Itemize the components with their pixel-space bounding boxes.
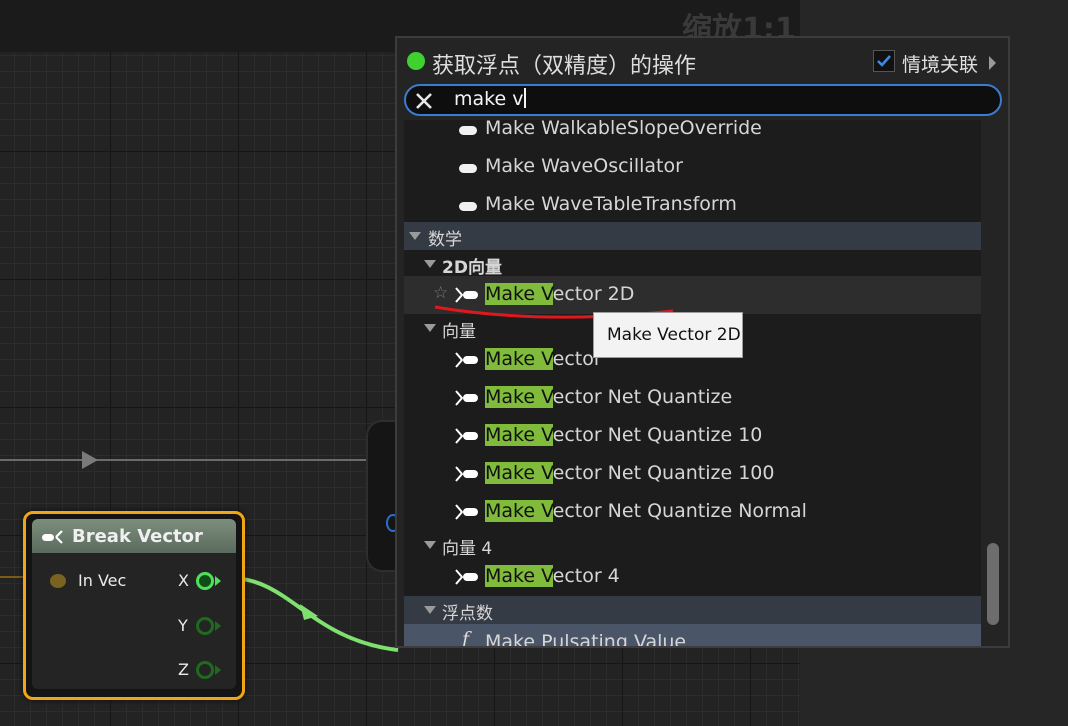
output-y-pin[interactable] <box>196 617 214 635</box>
subcategory-vector4[interactable]: 向量 4 <box>404 531 981 559</box>
menu-header: 获取浮点（双精度）的操作 情境关联 <box>397 38 1008 86</box>
collapse-arrow-icon[interactable] <box>424 606 436 614</box>
make-struct-icon <box>455 287 478 303</box>
make-struct-icon <box>455 390 478 406</box>
in-vec-pin[interactable] <box>50 574 66 588</box>
collapse-arrow-icon[interactable] <box>424 541 436 549</box>
category-math[interactable]: 数学 <box>404 222 981 250</box>
collapse-arrow-icon[interactable] <box>424 324 436 332</box>
vector-input-wire <box>0 576 24 578</box>
make-struct-icon <box>455 428 478 444</box>
list-item[interactable]: Make WalkableSlopeOverride <box>404 120 981 148</box>
list-item[interactable]: Make WaveTableTransform <box>404 186 981 224</box>
expand-arrow-icon[interactable] <box>989 56 996 70</box>
break-struct-icon <box>42 528 64 544</box>
output-x-arrow <box>215 576 221 586</box>
tooltip: Make Vector 2D <box>593 312 743 358</box>
make-struct-icon <box>455 466 478 482</box>
break-vector-node[interactable]: Break Vector In Vec X Y Z <box>23 511 245 700</box>
make-struct-icon <box>455 352 478 368</box>
in-vec-label: In Vec <box>78 571 127 590</box>
list-item-make-vector-net-quantize-normal[interactable]: Make Vector Net Quantize Normal <box>404 493 981 531</box>
output-z-pin[interactable] <box>196 661 214 679</box>
output-x-pin[interactable] <box>196 572 214 590</box>
node-title: Break Vector <box>72 525 203 547</box>
list-item-make-vector-net-quantize-10[interactable]: Make Vector Net Quantize 10 <box>404 417 981 455</box>
struct-icon <box>459 164 477 173</box>
list-item-make-vector-net-quantize-100[interactable]: Make Vector Net Quantize 100 <box>404 455 981 493</box>
struct-icon <box>459 202 477 211</box>
context-sensitive-label[interactable]: 情境关联 <box>902 50 978 77</box>
exec-wire <box>0 459 366 461</box>
check-icon <box>877 55 891 67</box>
search-value[interactable]: make v <box>454 88 527 110</box>
search-input[interactable]: make v <box>404 84 1002 116</box>
list-item-make-vector-net-quantize[interactable]: Make Vector Net Quantize <box>404 379 981 417</box>
output-z-arrow <box>215 665 221 675</box>
action-list[interactable]: Make WalkableSlopeOverride Make WaveOsci… <box>404 120 981 646</box>
category-float[interactable]: 浮点数 <box>404 596 981 624</box>
output-x-label: X <box>178 571 189 590</box>
list-item-make-pulsating-value[interactable]: f Make Pulsating Value <box>404 624 981 646</box>
node-header[interactable]: Break Vector <box>32 519 236 553</box>
collapse-arrow-icon[interactable] <box>409 232 421 240</box>
wire-arrow-icon <box>82 451 98 469</box>
status-dot-icon <box>407 52 425 70</box>
float-wire <box>230 576 399 652</box>
make-struct-icon <box>455 504 478 520</box>
list-item-make-vector-4[interactable]: Make Vector 4 <box>404 558 981 596</box>
make-struct-icon <box>455 569 478 585</box>
scrollbar-thumb[interactable] <box>987 543 999 625</box>
context-sensitive-checkbox[interactable] <box>873 50 895 72</box>
list-item[interactable]: Make WaveOscillator <box>404 148 981 186</box>
output-y-arrow <box>215 621 221 631</box>
struct-icon <box>459 126 477 135</box>
collapse-arrow-icon[interactable] <box>424 260 436 268</box>
output-y-label: Y <box>178 616 188 635</box>
subcategory-2d-vector[interactable]: 2D向量 <box>404 250 981 278</box>
favorite-star-icon[interactable]: ☆ <box>433 283 448 303</box>
output-z-label: Z <box>178 660 189 679</box>
menu-title: 获取浮点（双精度）的操作 <box>432 54 697 79</box>
function-icon: f <box>462 628 470 646</box>
clear-search-icon[interactable] <box>414 91 434 111</box>
